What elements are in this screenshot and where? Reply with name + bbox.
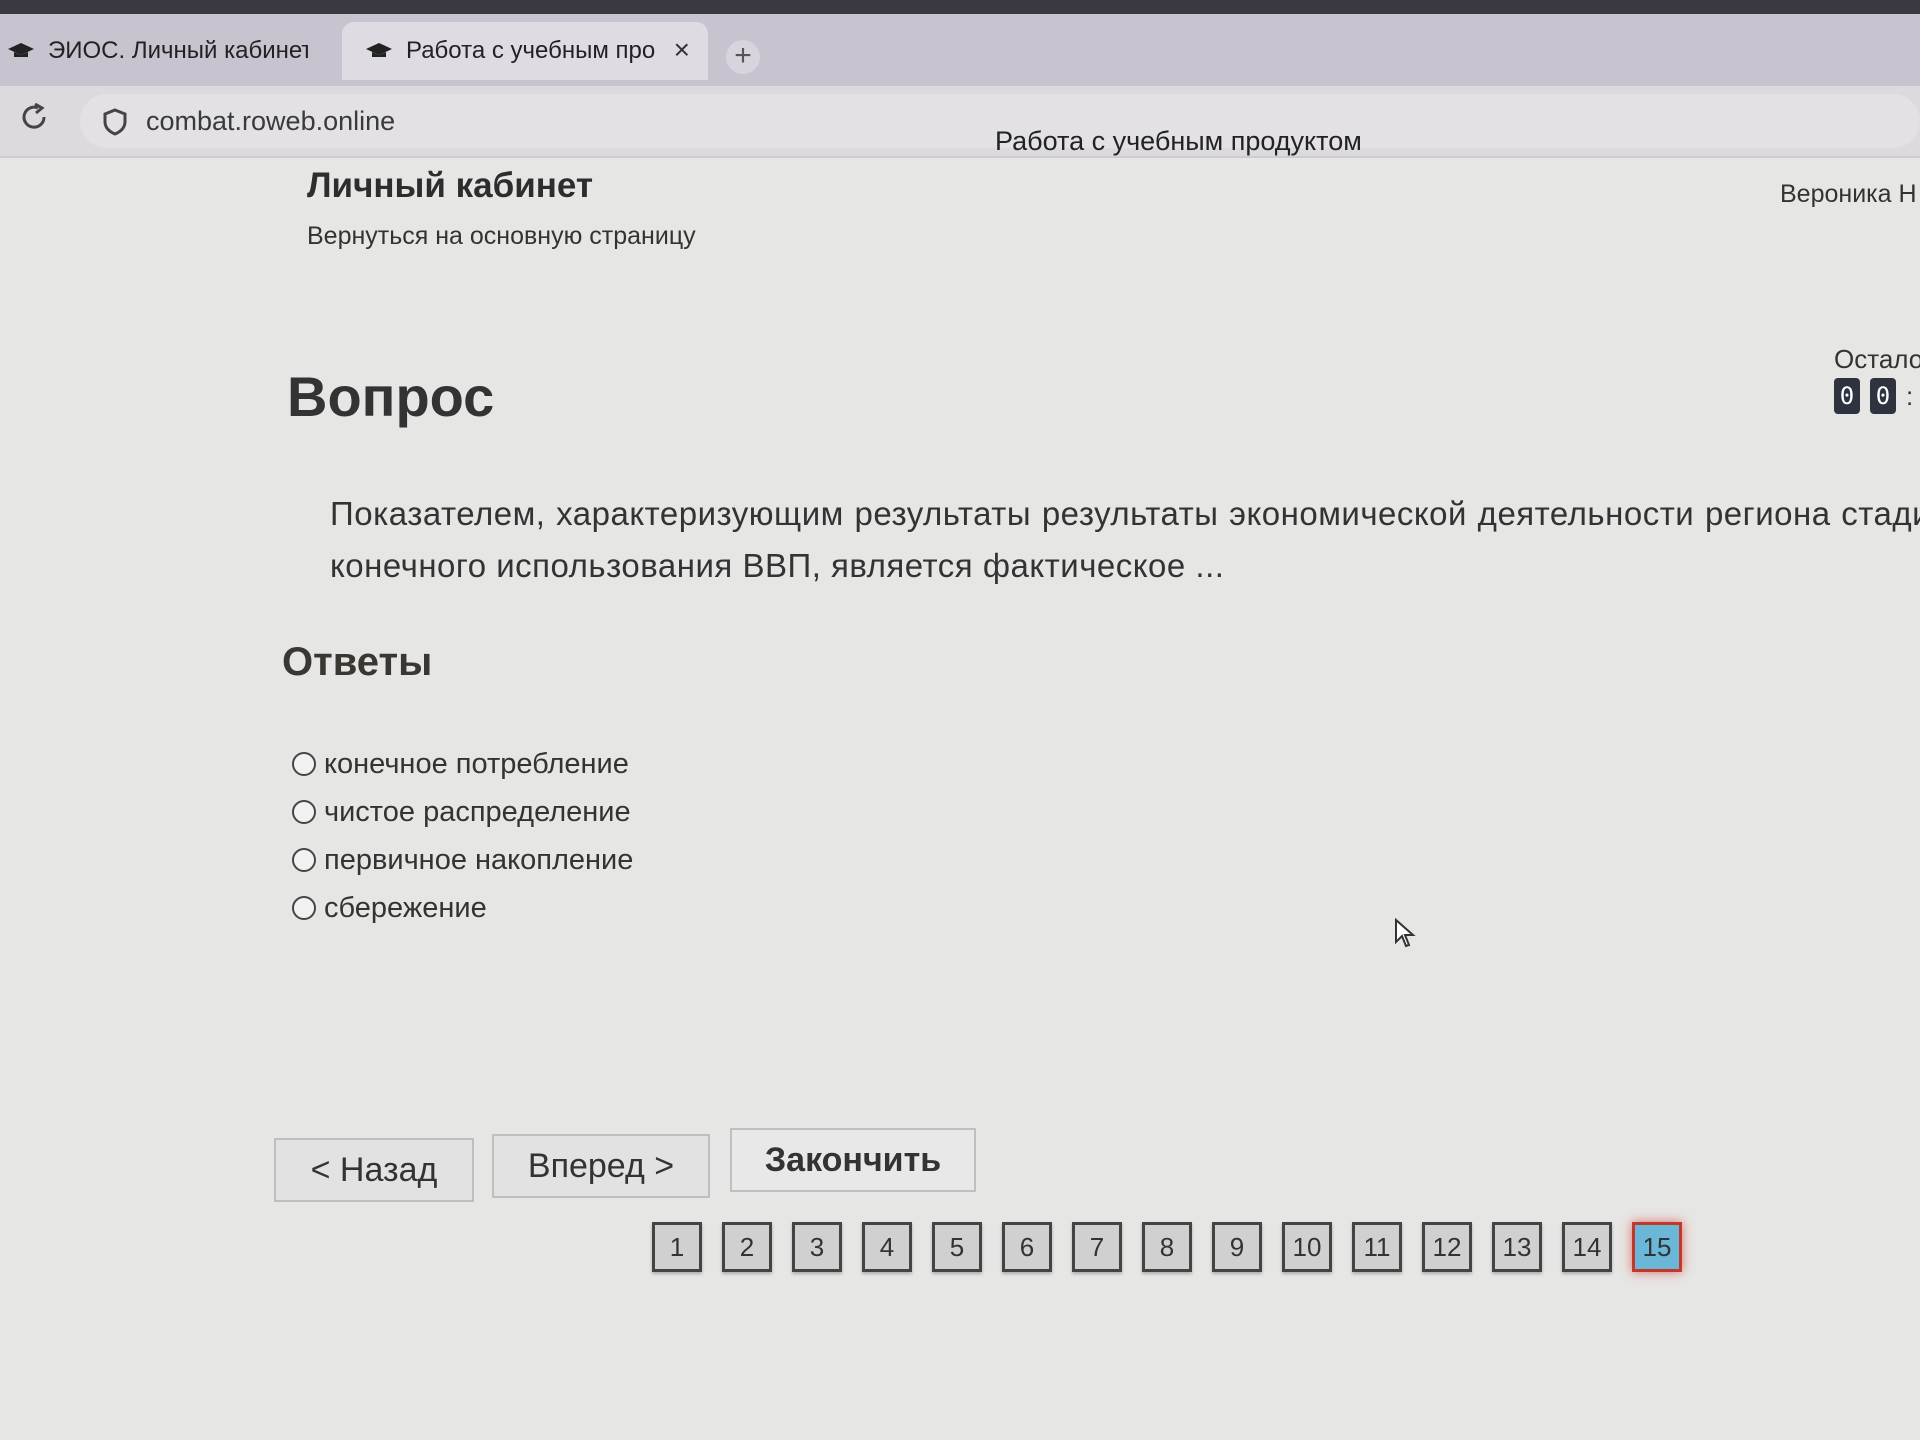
timer: 0 0 : — [1834, 378, 1913, 414]
answer-option[interactable]: сбережение — [292, 884, 633, 932]
new-tab-button[interactable]: + — [726, 40, 760, 74]
tab-label: ЭИОС. Личный кабинет — [48, 37, 308, 64]
answer-label: конечное потребление — [324, 747, 629, 780]
timer-label: Остало — [1834, 344, 1920, 374]
browser-tab-bar: ЭИОС. Личный кабинет Работа с учебным пр… — [0, 0, 1920, 86]
tab-eios[interactable]: ЭИОС. Личный кабинет — [0, 22, 338, 80]
reload-icon[interactable] — [18, 100, 50, 142]
answer-option[interactable]: чистое распределение — [292, 788, 633, 836]
timer-digit: 0 — [1870, 378, 1896, 414]
page-button[interactable]: 11 — [1352, 1222, 1402, 1272]
radio-button[interactable] — [292, 896, 316, 920]
page-button[interactable]: 12 — [1422, 1222, 1472, 1272]
tab-uchebny-produkt[interactable]: Работа с учебным про × — [342, 22, 708, 80]
answer-list: конечное потребление чистое распределени… — [292, 740, 633, 932]
page-button[interactable]: 9 — [1212, 1222, 1262, 1272]
page-button[interactable]: 14 — [1562, 1222, 1612, 1272]
answer-label: сбережение — [324, 891, 487, 924]
question-pager: 1 2 3 4 5 6 7 8 9 10 11 12 13 14 15 — [652, 1222, 1682, 1272]
question-heading: Вопрос — [287, 365, 495, 428]
page-button[interactable]: 7 — [1072, 1222, 1122, 1272]
cabinet-title: Личный кабинет — [307, 166, 594, 205]
url-text: combat.roweb.online — [146, 106, 396, 136]
back-to-main-link[interactable]: Вернуться на основную страницу — [307, 222, 696, 251]
answer-option[interactable]: первичное накопление — [292, 836, 633, 884]
page-button[interactable]: 6 — [1002, 1222, 1052, 1272]
timer-separator: : — [1906, 381, 1914, 411]
timer-digit: 0 — [1834, 378, 1860, 414]
page-button[interactable]: 10 — [1282, 1222, 1332, 1272]
back-button[interactable]: < Назад — [274, 1138, 474, 1202]
radio-button[interactable] — [292, 800, 316, 824]
mouse-cursor-icon — [1395, 918, 1416, 948]
answer-option[interactable]: конечное потребление — [292, 740, 633, 788]
radio-button[interactable] — [292, 848, 316, 872]
page-button[interactable]: 5 — [932, 1222, 982, 1272]
page-button-current[interactable]: 15 — [1632, 1222, 1682, 1272]
page-button[interactable]: 4 — [862, 1222, 912, 1272]
radio-button[interactable] — [292, 752, 316, 776]
mortarboard-icon — [8, 43, 34, 57]
page-button[interactable]: 3 — [792, 1222, 842, 1272]
page-button[interactable]: 8 — [1142, 1222, 1192, 1272]
next-button[interactable]: Вперед > — [492, 1134, 710, 1198]
close-icon[interactable]: × — [674, 34, 690, 66]
window-top-edge — [0, 0, 1920, 14]
page-title: Работа с учебным продуктом — [995, 126, 1362, 156]
answers-heading: Ответы — [282, 640, 433, 684]
answer-label: первичное накопление — [324, 843, 634, 876]
shield-icon — [103, 108, 127, 136]
page-button[interactable]: 1 — [652, 1222, 702, 1272]
address-bar: combat.roweb.online Работа с учебным про… — [0, 86, 1920, 158]
page-button[interactable]: 13 — [1492, 1222, 1542, 1272]
user-name[interactable]: Вероника Н — [1780, 180, 1917, 209]
question-text: Показателем, характеризующим результаты … — [330, 495, 1920, 584]
mortarboard-icon — [366, 43, 392, 57]
page-button[interactable]: 2 — [722, 1222, 772, 1272]
tab-label: Работа с учебным про — [406, 37, 656, 64]
answer-label: чистое распределение — [324, 795, 631, 828]
finish-button[interactable]: Закончить — [730, 1128, 976, 1192]
url-field[interactable]: combat.roweb.online Работа с учебным про… — [80, 94, 1920, 156]
